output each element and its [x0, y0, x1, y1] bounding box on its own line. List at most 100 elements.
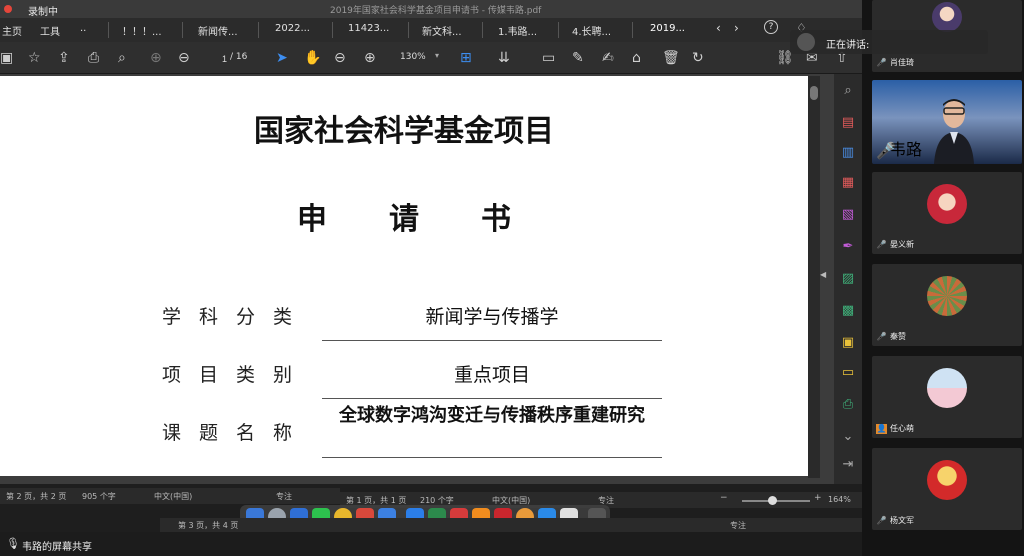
tab-tools[interactable]: 工具 — [40, 23, 60, 38]
page-number-input[interactable] — [205, 51, 227, 66]
participant-tile[interactable]: 🎤 杨文军 — [872, 448, 1022, 530]
close-window-button[interactable] — [4, 5, 12, 13]
window-title-bar: 录制中 2019年国家社会科学基金项目申请书 - 传媒韦路.pdf — [0, 0, 862, 18]
tab-separator — [632, 22, 633, 38]
next-page-icon[interactable]: ⊖ — [178, 49, 190, 67]
tab-scroll-right-icon[interactable]: › — [734, 21, 739, 35]
tab-doc-7[interactable]: 1.韦路... — [498, 23, 537, 38]
screen-share-bar: 🎙 韦路的屏幕共享 — [0, 532, 862, 556]
sidebar-comment-icon[interactable]: ▧ — [839, 206, 857, 224]
participant-tile[interactable]: 👤 任心萌 — [872, 356, 1022, 438]
sidebar-create-pdf-icon[interactable]: ▦ — [839, 174, 857, 192]
zoom-level[interactable]: 130% — [400, 52, 426, 62]
speaker-avatar — [797, 33, 815, 51]
tab-home[interactable]: 主页 — [2, 23, 22, 38]
save-icon[interactable]: ▣ — [0, 49, 13, 67]
sidebar-note-icon[interactable]: ▭ — [839, 364, 857, 382]
tab-doc-active[interactable]: 2019... — [650, 23, 685, 34]
tab-doc-4[interactable]: 2022... — [275, 23, 310, 34]
stamp-icon[interactable]: ⌂ — [632, 49, 641, 67]
pdf-page[interactable]: 国家社会科学基金项目 申请书 学科分类 新闻学与传播学 项目类别 重点项目 课题… — [0, 76, 808, 476]
sidebar-organize-icon[interactable]: ▩ — [839, 302, 857, 320]
upload-cloud-icon[interactable]: ⇪ — [58, 49, 70, 67]
sidebar-expand-icon[interactable]: ⇥ — [839, 456, 857, 474]
participant-tile[interactable]: 🎤 晏义新 — [872, 172, 1022, 254]
tab-scroll-left-icon[interactable]: ‹ — [716, 21, 721, 35]
field-value-title: 全球数字鸿沟变迁与传播秩序重建研究 — [339, 405, 645, 426]
field-label-subject: 学科分类 — [162, 306, 311, 328]
zoom-minus-icon[interactable]: − — [720, 493, 728, 503]
star-icon[interactable]: ☆ — [28, 49, 41, 67]
help-icon[interactable]: ? — [764, 20, 778, 34]
status-focus[interactable]: 专注 — [276, 491, 292, 502]
sidebar-search-icon[interactable]: ⌕ — [839, 82, 857, 100]
sidebar-edit-pdf-icon[interactable]: ▥ — [839, 144, 857, 162]
sidebar-more-icon[interactable]: ⌄ — [839, 428, 857, 446]
document-scroll-thumb[interactable] — [810, 86, 818, 100]
mic-muted-icon: 🎤 — [876, 240, 887, 249]
avatar — [927, 184, 967, 224]
document-heading: 国家社会科学基金项目 — [254, 114, 554, 149]
status-page-count: 第 3 页，共 4 页 — [178, 521, 239, 530]
panel-collapse-icon[interactable]: ◀ — [820, 270, 826, 279]
tab-doc-3[interactable]: 新闻传... — [198, 23, 238, 38]
prev-page-icon[interactable]: ⊕ — [150, 49, 162, 67]
document-subheading: 申请书 — [297, 202, 573, 237]
zoom-slider-knob[interactable] — [768, 496, 777, 505]
participant-tile[interactable]: 🎤 秦赞 — [872, 264, 1022, 346]
fit-page-icon[interactable]: ⊞ — [460, 49, 472, 67]
document-scrollbar[interactable] — [808, 76, 820, 478]
tab-separator — [482, 22, 483, 38]
tab-separator — [408, 22, 409, 38]
avatar — [927, 460, 967, 500]
zoom-plus-icon[interactable]: + — [814, 493, 822, 503]
video-person — [934, 99, 974, 164]
sidebar-combine-icon[interactable]: ▨ — [839, 270, 857, 288]
pdf-toolbar: ▣ ☆ ⇪ ⎙ ⌕ ⊕ ⊖ / 16 ➤ ✋ ⊖ ⊕ 130% ▾ ⊞ ⇊ ▭ … — [0, 42, 862, 74]
sidebar-print-icon[interactable]: ⎙ — [839, 396, 857, 414]
page-total: / 16 — [230, 52, 248, 62]
field-label-category: 项目类别 — [162, 364, 311, 386]
zoom-in-icon[interactable]: ⊕ — [364, 49, 376, 67]
tab-doc-1[interactable]: .. — [80, 23, 86, 34]
status-bar-doc-2: 第 2 页，共 2 页 905 个字 中文(中国) 专注 — [0, 488, 340, 504]
field-underline — [322, 340, 662, 341]
status-focus[interactable]: 专注 — [730, 520, 746, 531]
field-value-subject: 新闻学与传播学 — [425, 306, 559, 328]
participant-name: 肖佳琦 — [890, 58, 914, 67]
field-underline — [322, 457, 662, 458]
tab-doc-5[interactable]: 11423... — [348, 23, 389, 34]
tab-separator — [258, 22, 259, 38]
field-label-title: 课题名称 — [162, 422, 311, 444]
tab-doc-6[interactable]: 新文科... — [422, 23, 462, 38]
select-cursor-icon[interactable]: ➤ — [276, 49, 288, 67]
hand-tool-icon[interactable]: ✋ — [304, 49, 321, 67]
participant-name: 晏义新 — [890, 240, 914, 249]
status-bar-doc-3: 第 3 页，共 4 页 专注 — [160, 518, 862, 532]
tab-separator — [108, 22, 109, 38]
participant-name: 秦赞 — [890, 332, 906, 341]
status-zoom-level: 164% — [828, 495, 851, 504]
tab-doc-8[interactable]: 4.长聘... — [572, 23, 611, 38]
mic-muted-icon: 🎤 — [876, 58, 887, 67]
field-value-category: 重点项目 — [453, 364, 530, 386]
status-word-count: 905 个字 — [82, 492, 116, 501]
speaking-label: 正在讲话: — [826, 40, 870, 51]
zoom-dropdown-icon[interactable]: ▾ — [435, 51, 439, 60]
draw-icon[interactable]: ✍ — [602, 49, 614, 67]
tab-doc-2[interactable]: ！！！... — [122, 23, 162, 38]
zoom-out-icon[interactable]: ⊖ — [334, 49, 346, 67]
rotate-icon[interactable]: ↻ — [692, 49, 704, 67]
zoom-search-icon[interactable]: ⌕ — [118, 49, 126, 67]
print-icon[interactable]: ⎙ — [88, 49, 99, 67]
trash-icon[interactable]: 🗑 — [662, 49, 680, 67]
field-underline — [322, 398, 662, 399]
participant-video-tile[interactable]: 🎤 韦路 — [872, 80, 1022, 164]
mic-muted-icon: 🎤 — [876, 516, 887, 525]
comment-icon[interactable]: ▭ — [542, 49, 555, 67]
sidebar-compress-icon[interactable]: ▣ — [839, 334, 857, 352]
sidebar-sign-icon[interactable]: ✒ — [839, 238, 857, 256]
scroll-mode-icon[interactable]: ⇊ — [498, 49, 510, 67]
sidebar-export-pdf-icon[interactable]: ▤ — [839, 114, 857, 132]
highlight-pen-icon[interactable]: ✎ — [572, 49, 584, 67]
